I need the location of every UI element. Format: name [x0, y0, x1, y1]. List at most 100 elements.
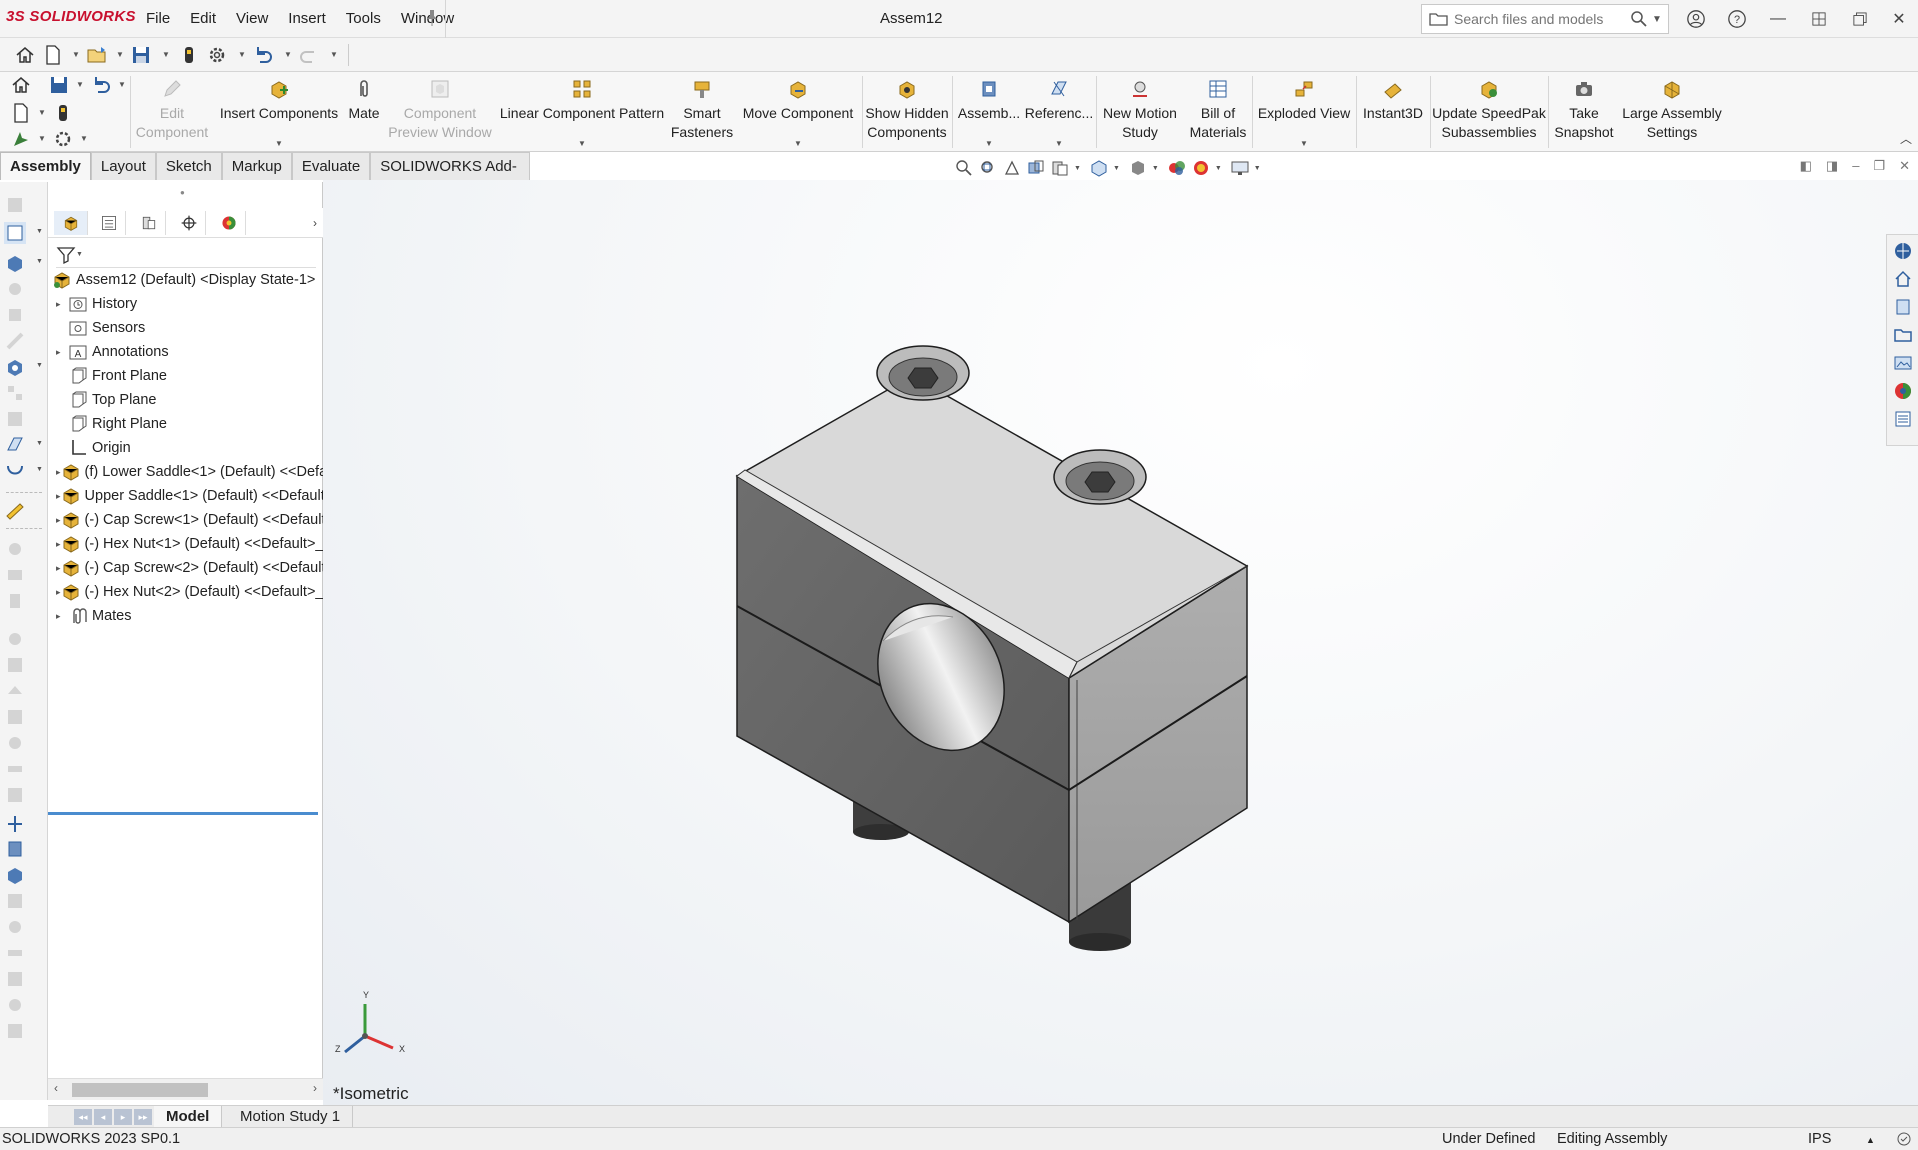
strip-tool-icon[interactable] — [4, 732, 26, 754]
strip-tool-icon[interactable] — [4, 654, 26, 676]
menu-view[interactable]: View — [226, 0, 278, 38]
pipe-clamp-assembly-model[interactable] — [323, 180, 1918, 1106]
strip-tool-icon[interactable] — [4, 784, 26, 806]
restore-icon[interactable] — [1847, 6, 1873, 32]
strip-feature-icon[interactable] — [4, 356, 26, 378]
tab-sketch[interactable]: Sketch — [155, 152, 222, 180]
strip-curve-icon[interactable] — [4, 460, 26, 482]
account-icon[interactable] — [1683, 6, 1709, 32]
component-preview-window-button[interactable]: Component Preview Window — [386, 72, 494, 152]
viewport-next-icon[interactable]: ◨ — [1826, 158, 1838, 174]
insert-components-dropdown-icon[interactable]: ▼ — [275, 139, 283, 148]
rebuild-indicator-icon[interactable] — [1896, 1131, 1912, 1150]
last-tab-icon[interactable]: ▸▸ — [134, 1109, 152, 1125]
edit-component-button[interactable]: Edit Component — [132, 72, 212, 152]
home-icon[interactable] — [10, 74, 32, 96]
edit-appearance-icon[interactable] — [1191, 158, 1211, 178]
strip-mate-icon[interactable] — [4, 812, 26, 834]
search-box[interactable]: ▼ — [1421, 4, 1669, 34]
options-gear-icon[interactable] — [52, 128, 74, 150]
new-dropdown-icon[interactable]: ▼ — [72, 50, 80, 59]
tree-item[interactable]: ▸(-) Hex Nut<1> (Default) <<Default>_Dis… — [48, 532, 323, 556]
select-dropdown-icon[interactable]: ▼ — [38, 134, 46, 143]
help-icon[interactable]: ? — [1724, 6, 1750, 32]
filter-dropdown-icon[interactable]: ▼ — [76, 251, 83, 258]
display-style-dropdown-icon[interactable]: ▼ — [1152, 165, 1159, 172]
more-tabs-arrow-icon[interactable]: › — [313, 216, 317, 230]
strip-dropdown-icon[interactable]: ▼ — [36, 228, 43, 235]
tree-filter-bar[interactable]: ▼ — [56, 242, 316, 268]
save-icon[interactable] — [130, 44, 152, 66]
strip-tool-icon[interactable] — [4, 278, 26, 300]
tile-windows-icon[interactable] — [1806, 6, 1832, 32]
cap-screw-head-right[interactable] — [1053, 449, 1147, 505]
panel-grip-icon[interactable]: ● — [180, 188, 185, 197]
strip-edit-component-icon[interactable] — [4, 222, 26, 244]
previous-tab-icon[interactable]: ◂ — [94, 1109, 112, 1125]
collapse-ribbon-icon[interactable]: ︿ — [1900, 130, 1912, 147]
strip-tool-icon[interactable] — [4, 916, 26, 938]
undo-icon[interactable] — [90, 74, 112, 96]
strip-tool-icon[interactable] — [4, 968, 26, 990]
new-dropdown-icon[interactable]: ▼ — [38, 108, 46, 117]
new-motion-study-button[interactable]: New Motion Study — [1098, 72, 1182, 152]
expand-arrow-icon[interactable]: ▸ — [56, 299, 68, 310]
save-icon[interactable] — [48, 74, 70, 96]
tab-evaluate[interactable]: Evaluate — [291, 152, 371, 180]
tree-item[interactable]: Front Plane — [48, 364, 323, 388]
dimxpert-manager-tab-icon[interactable] — [172, 211, 206, 235]
dynamic-annotation-dropdown-icon[interactable]: ▼ — [1074, 165, 1081, 172]
next-tab-icon[interactable]: ▸ — [114, 1109, 132, 1125]
home-task-icon[interactable] — [1893, 269, 1913, 289]
section-view-icon[interactable] — [1026, 158, 1046, 178]
strip-dropdown-icon[interactable]: ▼ — [36, 466, 43, 473]
tree-item[interactable]: ▸(-) Cap Screw<1> (Default) <<Default>_D… — [48, 508, 323, 532]
minimize-icon[interactable]: — — [1765, 6, 1791, 32]
close-icon[interactable]: ✕ — [1886, 6, 1912, 32]
search-icon[interactable] — [1630, 10, 1648, 28]
custom-properties-icon[interactable] — [1893, 409, 1913, 429]
menu-insert[interactable]: Insert — [278, 0, 336, 38]
strip-assembly-icon[interactable] — [4, 252, 26, 274]
show-hidden-components-button[interactable]: Show Hidden Components — [864, 72, 950, 152]
view-orientation-icon[interactable] — [1089, 158, 1109, 178]
mate-button[interactable]: Mate — [344, 72, 384, 152]
menu-file[interactable]: File — [136, 0, 180, 38]
tree-item[interactable]: ▸ Mates — [48, 604, 323, 628]
strip-dropdown-icon[interactable]: ▼ — [36, 258, 43, 265]
first-tab-icon[interactable]: ◂◂ — [74, 1109, 92, 1125]
tree-item[interactable]: ▸(-) Hex Nut<2> (Default) <<Default>_Dis… — [48, 580, 323, 604]
strip-assembly-feature-icon[interactable] — [4, 838, 26, 860]
scroll-right-icon[interactable]: › — [313, 1081, 317, 1095]
new-icon[interactable] — [10, 102, 32, 124]
expand-arrow-icon[interactable]: ▸ — [56, 347, 68, 358]
featuremanager-tree-tab-icon[interactable] — [54, 211, 88, 235]
view-palette-icon[interactable] — [1893, 353, 1913, 373]
strip-tool-icon[interactable] — [4, 680, 26, 702]
redo-icon[interactable] — [298, 44, 320, 66]
options-gear-icon[interactable] — [206, 44, 228, 66]
tree-item[interactable]: Right Plane — [48, 412, 323, 436]
strip-tool-icon[interactable] — [4, 1020, 26, 1042]
display-style-icon[interactable] — [1128, 158, 1148, 178]
strip-tool-icon[interactable] — [4, 408, 26, 430]
undo-icon[interactable] — [252, 44, 274, 66]
strip-dropdown-icon[interactable]: ▼ — [36, 440, 43, 447]
print-icon[interactable] — [52, 102, 74, 124]
hide-show-items-icon[interactable] — [1167, 158, 1187, 178]
view-orientation-dropdown-icon[interactable]: ▼ — [1113, 165, 1120, 172]
insert-components-button[interactable]: Insert Components ▼ — [216, 72, 342, 152]
print-icon[interactable] — [178, 44, 200, 66]
large-assembly-settings-button[interactable]: Large Assembly Settings — [1620, 72, 1724, 152]
exploded-view-dropdown-icon[interactable]: ▼ — [1300, 139, 1308, 148]
tree-item[interactable]: ▸ History — [48, 292, 323, 316]
strip-measure-icon[interactable] — [4, 500, 26, 522]
update-speedpak-button[interactable]: Update SpeedPak Subassemblies — [1432, 72, 1546, 152]
tab-model[interactable]: Model — [154, 1106, 223, 1128]
tab-motion-study-1[interactable]: Motion Study 1 — [228, 1106, 354, 1128]
strip-part-icon[interactable] — [4, 864, 26, 886]
tab-assembly[interactable]: Assembly — [0, 152, 91, 180]
reference-geometry-dropdown-icon[interactable]: ▼ — [1055, 139, 1063, 148]
menu-edit[interactable]: Edit — [180, 0, 226, 38]
edit-appearance-dropdown-icon[interactable]: ▼ — [1215, 165, 1222, 172]
